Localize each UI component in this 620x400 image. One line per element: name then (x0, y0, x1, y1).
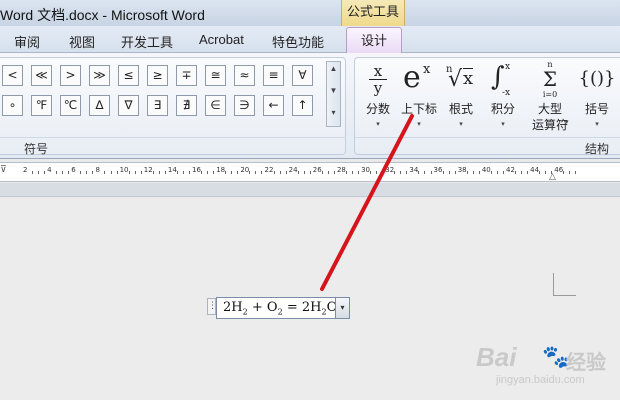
watermark: Bai 🐾 经验 jingyan.baidu.com (476, 342, 616, 392)
watermark-url: jingyan.baidu.com (496, 374, 585, 386)
watermark-text: 经验 (566, 352, 606, 374)
watermark-logo: Bai (476, 342, 517, 372)
annotation-arrow (320, 114, 414, 291)
